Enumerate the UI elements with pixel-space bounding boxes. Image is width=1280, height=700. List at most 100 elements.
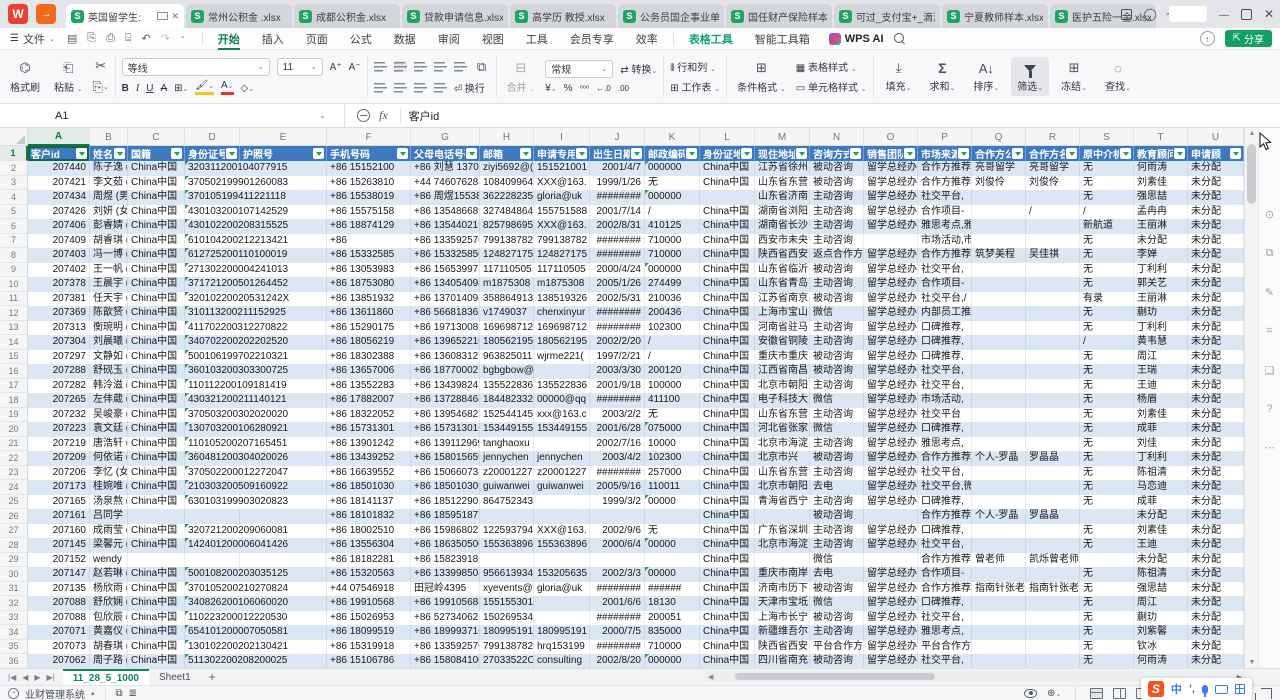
undo-icon[interactable]: ↶ (141, 32, 150, 45)
cell[interactable]: 2001/9/18 (590, 379, 645, 394)
cell[interactable]: 430102200208315525 (185, 219, 240, 234)
cell[interactable]: +86 13552283 (327, 379, 411, 394)
cell[interactable]: 任天宇 (女 (90, 292, 128, 307)
cell[interactable]: 未分配 (1188, 466, 1244, 481)
cell[interactable]: +86 18056219 (327, 335, 411, 350)
header-cell[interactable]: 身份证地 (700, 146, 755, 161)
row-number[interactable]: 1 (0, 146, 28, 161)
column-header-T[interactable]: T (1134, 128, 1188, 146)
cell[interactable]: +86 13901242 (327, 437, 411, 452)
cell[interactable]: 00000@qq (534, 393, 590, 408)
cell[interactable]: 社交平台 (918, 408, 972, 423)
cell[interactable]: 马恋迪 (1134, 480, 1188, 495)
cell[interactable]: +86 1360831276 (411, 350, 480, 365)
cell[interactable]: +86 13556304 (327, 538, 411, 553)
cell[interactable] (534, 611, 590, 626)
cell[interactable]: 主动咨询 (810, 190, 864, 205)
cell[interactable]: 未分配 (1188, 625, 1244, 640)
header-cell[interactable]: 销售团队 (864, 146, 918, 161)
cell[interactable]: +86 15106786 (327, 654, 411, 668)
cell[interactable]: 留学总经办 (864, 451, 918, 466)
cell[interactable]: China中国 (128, 350, 185, 365)
cell[interactable]: ######## (590, 582, 645, 597)
cell[interactable]: 无 (1080, 176, 1134, 191)
cell[interactable]: 无 (1080, 538, 1134, 553)
cell[interactable] (590, 553, 645, 568)
cell[interactable]: 刘俊伶 (1026, 176, 1080, 191)
cell[interactable]: +86 1335925706 (411, 640, 480, 655)
row-number[interactable]: 14 (0, 335, 28, 350)
row-number[interactable]: 22 (0, 451, 28, 466)
cell[interactable]: +86 15538019 (327, 190, 411, 205)
cell[interactable]: 180995191 (534, 625, 590, 640)
cell[interactable]: 彭睿婧 (女 (90, 219, 128, 234)
cell[interactable]: 左仹葳 (女 (90, 393, 128, 408)
column-header-F[interactable]: F (327, 128, 411, 146)
cell[interactable]: 2002/3/3 (590, 567, 645, 582)
cell[interactable]: ######## (590, 393, 645, 408)
cell[interactable]: China中国 (700, 567, 755, 582)
cell[interactable]: 257000 (645, 466, 700, 481)
cell[interactable]: xyevents@ (480, 582, 534, 597)
cell[interactable]: 00000 (645, 538, 700, 553)
cell[interactable]: +86 15332585 (327, 248, 411, 263)
cell[interactable]: 刘妍 (女) (90, 205, 128, 220)
cell[interactable]: gloria@uk (534, 582, 590, 597)
row-number[interactable]: 5 (0, 205, 28, 220)
cell[interactable]: 27033522C (480, 654, 534, 668)
cell[interactable]: 2000/7/5 (590, 625, 645, 640)
cell[interactable]: 未分配 (1188, 219, 1244, 234)
italic-button[interactable]: I (136, 83, 139, 94)
row-number[interactable]: 28 (0, 538, 28, 553)
cell[interactable]: 济南市历下 (755, 582, 810, 597)
cell[interactable]: 无 (1080, 161, 1134, 176)
cell[interactable] (1026, 437, 1080, 452)
cell[interactable]: China中国 (700, 205, 755, 220)
next-sheet-icon[interactable]: ▶ (34, 673, 40, 682)
cell[interactable]: 未分配 (1188, 234, 1244, 249)
cell[interactable]: 169698712 (480, 321, 534, 336)
page-layout-view-icon[interactable] (1113, 688, 1126, 699)
cell[interactable]: 142401200006041426 (185, 538, 240, 553)
cell[interactable]: +86 1396522100 (411, 335, 480, 350)
column-header-S[interactable]: S (1080, 128, 1134, 146)
cell[interactable]: 207265 (28, 393, 90, 408)
cell[interactable]: 358864913 (480, 292, 534, 307)
cell[interactable] (1026, 219, 1080, 234)
cell[interactable]: 留学总经办 (864, 263, 918, 278)
cell[interactable]: 无 (1080, 596, 1134, 611)
prev-sheet-icon[interactable]: ◀ (22, 673, 28, 682)
cell[interactable]: China中国 (128, 466, 185, 481)
cell[interactable]: ziyi5692@( (480, 161, 534, 176)
row-number[interactable]: 36 (0, 654, 28, 668)
comma-style-icon[interactable]: ⁰⁰⁰ (580, 84, 590, 93)
cell[interactable]: 舒砚玉 (女 (90, 364, 128, 379)
ime-grid-icon[interactable] (1235, 684, 1245, 694)
cell[interactable]: +86 13611860 (327, 306, 411, 321)
cell[interactable]: 合作方推荐 (918, 451, 972, 466)
cell[interactable]: 王丽淋 (1134, 292, 1188, 307)
cell[interactable]: China中国 (128, 640, 185, 655)
filter-icon[interactable] (76, 148, 87, 159)
cell[interactable] (972, 538, 1026, 553)
cell[interactable]: 合作方推荐 (918, 176, 972, 191)
cell[interactable]: / (1080, 205, 1134, 220)
cell[interactable]: China中国 (700, 263, 755, 278)
increase-decimal-icon[interactable]: ←.0 (596, 84, 611, 93)
cell[interactable]: z20001227 (480, 466, 534, 481)
row-number[interactable]: 30 (0, 567, 28, 582)
cell[interactable]: 陈子逸 (男 (90, 161, 128, 176)
cell[interactable]: 曾老师 (972, 553, 1026, 568)
cell[interactable]: 371721200501264452 (185, 277, 240, 292)
close-button[interactable]: ✕ (1264, 7, 1274, 21)
cell[interactable]: 山东省东营 (755, 176, 810, 191)
cell[interactable]: 2003/2/2 (590, 408, 645, 423)
cell[interactable]: ######## (590, 321, 645, 336)
cell[interactable]: 207409 (28, 234, 90, 249)
cell[interactable]: 被动咨询 (810, 292, 864, 307)
cell[interactable]: 未分配 (1188, 596, 1244, 611)
cell[interactable]: 指南针张老 (972, 582, 1026, 597)
cell[interactable]: hrq153199 (534, 640, 590, 655)
cell[interactable] (534, 509, 590, 524)
cell[interactable]: China中国 (128, 422, 185, 437)
